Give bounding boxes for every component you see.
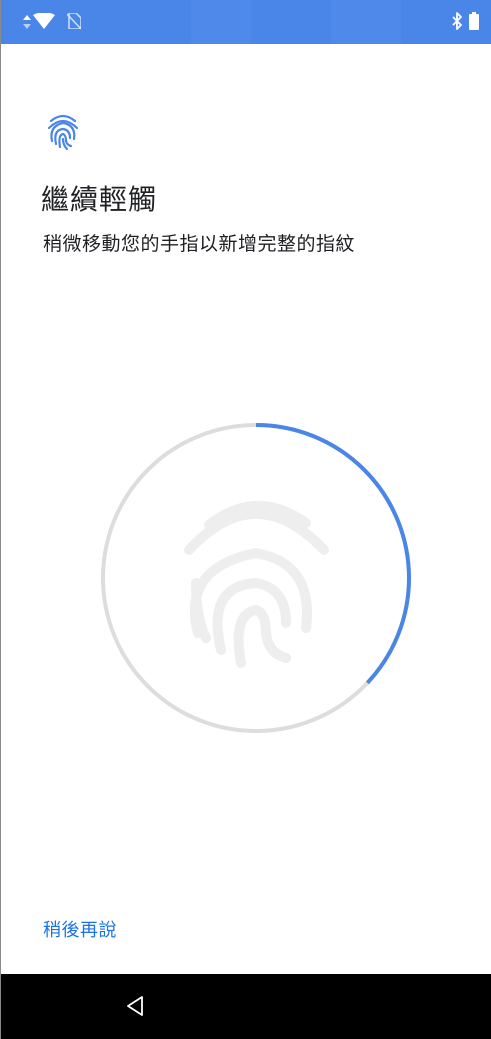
fingerprint-icon [184,501,329,668]
data-arrows-icon [23,14,31,33]
fingerprint-enrollment-screen: 繼續輕觸 稍微移動您的手指以新增完整的指紋 稍後再說 [0,0,491,1039]
status-left-icons [23,12,82,33]
no-sim-icon [66,12,82,33]
skip-button[interactable]: 稍後再說 [43,916,117,942]
bluetooth-icon [451,12,463,34]
wifi-icon [33,12,55,33]
battery-icon [469,12,479,34]
status-bar-band [331,0,401,44]
page-subtitle: 稍微移動您的手指以新增完整的指紋 [43,233,356,255]
enrollment-progress-ring [96,418,416,738]
navigation-bar [1,974,491,1039]
page-title: 繼續輕觸 [41,183,158,216]
status-right-icons [451,12,479,34]
fingerprint-icon [46,111,80,151]
back-triangle-icon[interactable] [123,994,147,1018]
status-bar-band [191,0,251,44]
status-bar [1,0,491,44]
